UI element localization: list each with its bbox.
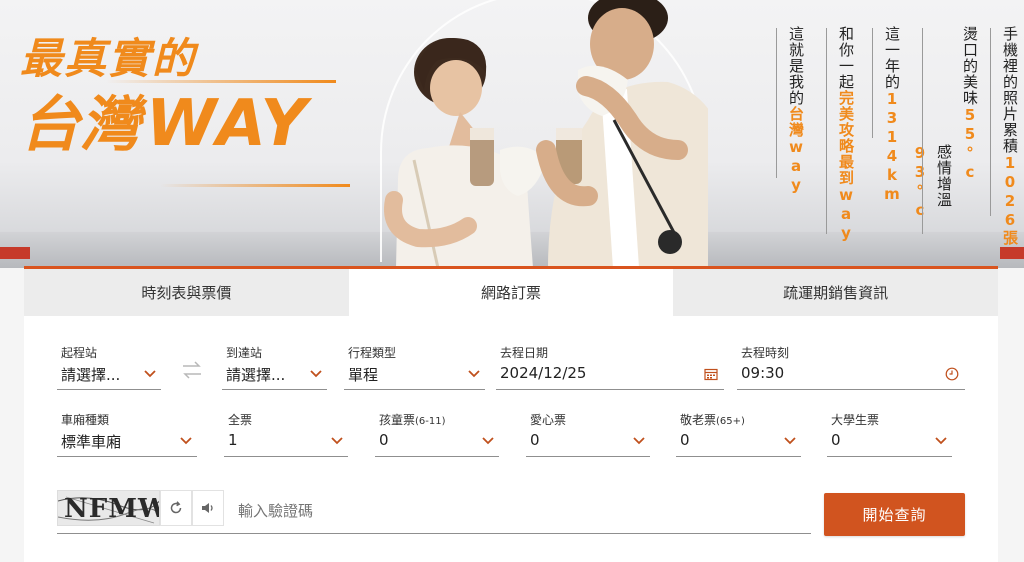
hero-banner: 最真實的 台灣WAY 手機裡的照片累積1026張 燙口的美味55°c 感情增溫9… bbox=[0, 0, 1024, 268]
hero-vertical-copy: 手機裡的照片累積1026張 燙口的美味55°c 感情增溫93°c 這一年的131… bbox=[776, 26, 1024, 246]
speaker-icon bbox=[202, 503, 213, 513]
hero-copy-column-1: 手機裡的照片累積1026張 bbox=[1001, 26, 1019, 246]
tab-online-booking[interactable]: 網路訂票 bbox=[348, 269, 674, 316]
departure-date-value: 2024/12/25 bbox=[500, 364, 587, 382]
slogan-line-1: 最真實的 bbox=[20, 34, 197, 83]
captcha-underline bbox=[57, 533, 811, 534]
student-ticket-value: 0 bbox=[831, 431, 841, 449]
captcha-text: NFMW bbox=[64, 494, 160, 524]
slogan-taiwan: 台灣 bbox=[20, 90, 140, 160]
chevron-down-icon bbox=[482, 437, 494, 445]
senior-ticket-label: 敬老票(65+) bbox=[680, 413, 745, 427]
captcha-input[interactable] bbox=[238, 497, 798, 525]
chevron-down-icon bbox=[468, 370, 480, 378]
hero-copy-column-6: 這就是我的台灣way bbox=[787, 26, 805, 195]
chevron-down-icon bbox=[633, 437, 645, 445]
audio-captcha-button[interactable] bbox=[192, 490, 224, 526]
hero-copy-divider bbox=[990, 28, 991, 216]
car-type-label: 車廂種類 bbox=[61, 413, 110, 427]
calendar-icon[interactable] bbox=[704, 367, 718, 381]
senior-ticket-value: 0 bbox=[680, 431, 690, 449]
search-button[interactable]: 開始查詢 bbox=[824, 493, 965, 536]
booking-tabs: 時刻表與票價 網路訂票 疏運期銷售資訊 bbox=[24, 269, 999, 316]
from-station-select[interactable]: 起程站 請選擇... bbox=[57, 344, 161, 390]
disabled-ticket-value: 0 bbox=[530, 431, 540, 449]
departure-time-label: 去程時刻 bbox=[741, 346, 790, 360]
hero-copy-divider bbox=[776, 28, 777, 178]
disabled-ticket-label: 愛心票 bbox=[530, 413, 567, 427]
child-ticket-select[interactable]: 孩童票(6-11) 0 bbox=[375, 411, 499, 457]
child-ticket-value: 0 bbox=[379, 431, 389, 449]
departure-date-field[interactable]: 去程日期 2024/12/25 bbox=[496, 344, 724, 390]
chevron-down-icon bbox=[935, 437, 947, 445]
train-stripe-left bbox=[0, 247, 30, 259]
hero-copy-column-5: 和你一起完美攻略最到way bbox=[837, 26, 855, 243]
to-station-select[interactable]: 到達站 請選擇... bbox=[222, 344, 327, 390]
tab-timetable-fares[interactable]: 時刻表與票價 bbox=[24, 269, 349, 316]
from-station-label: 起程站 bbox=[61, 346, 98, 360]
hero-copy-column-2: 燙口的美味55°c bbox=[961, 26, 979, 182]
senior-ticket-select[interactable]: 敬老票(65+) 0 bbox=[676, 411, 801, 457]
hero-slogan: 最真實的 台灣WAY bbox=[20, 34, 350, 187]
adult-ticket-select[interactable]: 全票 1 bbox=[224, 411, 348, 457]
captcha-image: NFMW bbox=[57, 490, 160, 526]
hero-copy-divider bbox=[872, 28, 873, 138]
departure-time-value: 09:30 bbox=[741, 364, 785, 382]
slogan-way: WAY bbox=[146, 87, 309, 161]
couple-illustration bbox=[384, 0, 708, 268]
slogan-underline-1 bbox=[106, 80, 336, 83]
hero-copy-column-4: 這一年的1314km bbox=[883, 26, 901, 204]
student-ticket-label: 大學生票 bbox=[831, 413, 880, 427]
train-stripe-right bbox=[1000, 247, 1024, 259]
to-station-value: 請選擇... bbox=[226, 366, 286, 384]
refresh-icon bbox=[170, 501, 182, 514]
chevron-down-icon bbox=[144, 370, 156, 378]
chevron-down-icon bbox=[331, 437, 343, 445]
student-ticket-select[interactable]: 大學生票 0 bbox=[827, 411, 952, 457]
departure-time-field[interactable]: 去程時刻 09:30 bbox=[737, 344, 965, 390]
hero-copy-column-3: 感情增溫93°c bbox=[911, 144, 953, 220]
chevron-down-icon bbox=[310, 370, 322, 378]
trip-type-label: 行程類型 bbox=[348, 346, 397, 360]
child-ticket-label: 孩童票(6-11) bbox=[379, 413, 446, 427]
chevron-down-icon bbox=[180, 437, 192, 445]
hero-copy-divider bbox=[922, 28, 923, 234]
from-station-value: 請選擇... bbox=[61, 366, 121, 384]
disabled-ticket-select[interactable]: 愛心票 0 bbox=[526, 411, 650, 457]
slogan-underline-2 bbox=[160, 184, 350, 187]
clock-icon[interactable] bbox=[945, 367, 959, 381]
car-type-select[interactable]: 車廂種類 標準車廂 bbox=[57, 411, 197, 457]
trip-type-select[interactable]: 行程類型 單程 bbox=[344, 344, 485, 390]
adult-ticket-value: 1 bbox=[228, 431, 238, 449]
to-station-label: 到達站 bbox=[226, 346, 263, 360]
hero-copy-divider bbox=[826, 28, 827, 234]
car-type-value: 標準車廂 bbox=[61, 433, 122, 451]
chevron-down-icon bbox=[784, 437, 796, 445]
tab-peak-sales-info[interactable]: 疏運期銷售資訊 bbox=[673, 269, 999, 316]
trip-type-value: 單程 bbox=[348, 366, 379, 384]
refresh-captcha-button[interactable] bbox=[160, 490, 192, 526]
swap-stations-icon[interactable] bbox=[180, 358, 204, 382]
adult-ticket-label: 全票 bbox=[228, 413, 253, 427]
slogan-line-2: 台灣WAY bbox=[20, 88, 309, 161]
page: 最真實的 台灣WAY 手機裡的照片累積1026張 燙口的美味55°c 感情增溫9… bbox=[0, 0, 1024, 562]
departure-date-label: 去程日期 bbox=[500, 346, 549, 360]
